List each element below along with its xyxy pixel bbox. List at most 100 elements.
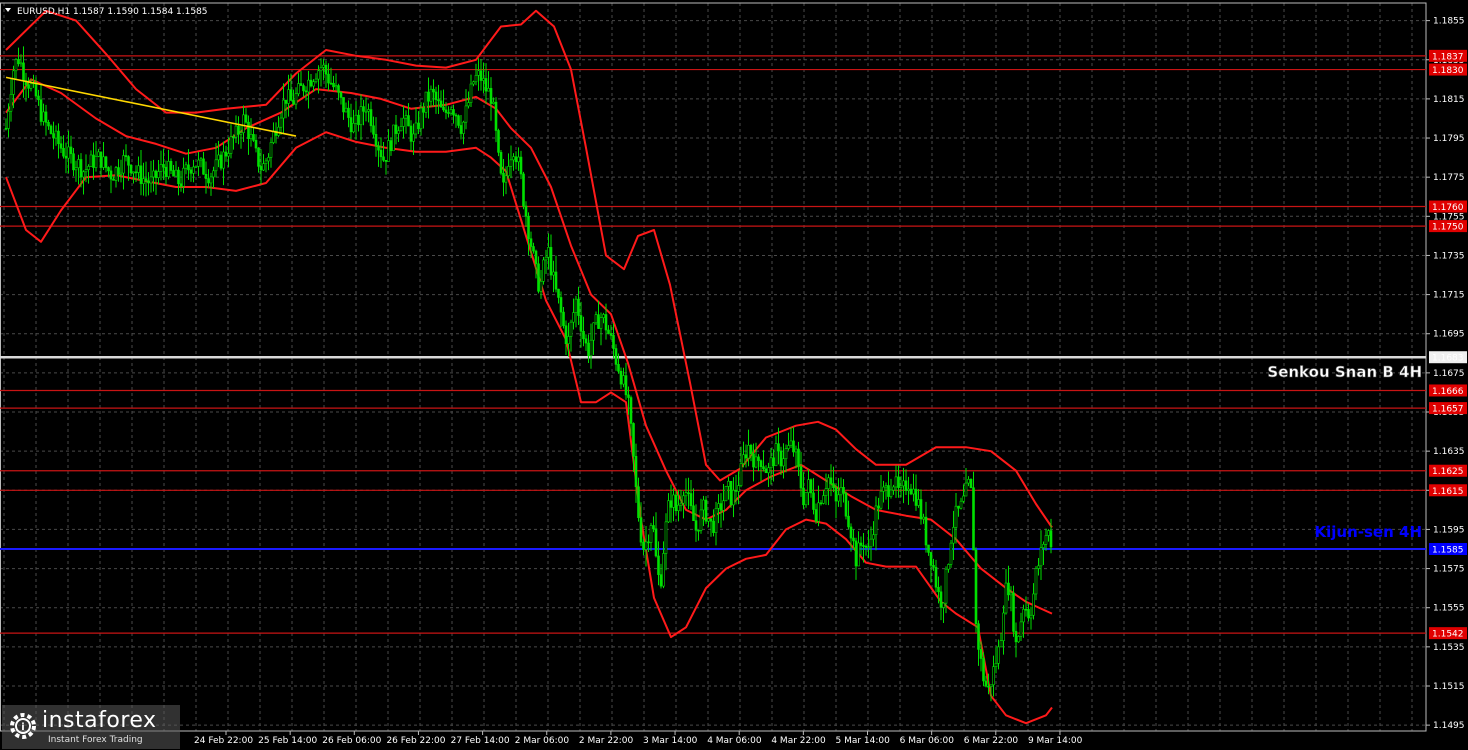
candle-body xyxy=(512,156,515,161)
candle-body xyxy=(137,165,140,173)
candle-body xyxy=(747,445,750,459)
candle-body xyxy=(824,488,828,496)
candle-body xyxy=(872,534,875,540)
candle-body xyxy=(199,158,203,161)
candle-body xyxy=(817,502,820,522)
candle-body xyxy=(482,78,485,81)
candle-body xyxy=(239,132,243,135)
candle-body xyxy=(597,314,600,329)
candle-body xyxy=(169,161,173,171)
candle-body xyxy=(527,216,530,240)
candle-body xyxy=(392,124,395,152)
candle-body xyxy=(904,480,908,491)
candle-body xyxy=(962,495,965,502)
candle-body xyxy=(94,156,98,168)
candle-body xyxy=(877,505,880,509)
candle-body xyxy=(127,156,130,166)
candle-body xyxy=(64,155,68,159)
candle-body xyxy=(809,479,813,494)
candle-body xyxy=(759,460,763,467)
candle-body xyxy=(1007,582,1010,596)
candle-body xyxy=(934,566,938,588)
candle-body xyxy=(454,114,458,117)
time-tick-label: 26 Feb 06:00 xyxy=(322,736,381,746)
candle-body xyxy=(957,505,960,509)
candle-body xyxy=(222,151,225,169)
price-tick-label: 1.1675 xyxy=(1433,369,1465,379)
candle-body xyxy=(502,172,505,183)
candle-body xyxy=(944,568,948,604)
candle-body xyxy=(617,364,620,372)
candle-body xyxy=(642,541,645,550)
candle-body xyxy=(812,492,815,510)
candle-body xyxy=(464,105,468,123)
candle-body xyxy=(1037,565,1040,569)
price-tick-label: 1.1595 xyxy=(1433,525,1465,535)
candle-body xyxy=(569,321,573,337)
candle-body xyxy=(1022,608,1025,623)
price-tick-label: 1.1735 xyxy=(1433,251,1465,261)
candle-body xyxy=(427,91,430,102)
candle-body xyxy=(192,166,195,174)
candle-body xyxy=(432,88,435,93)
price-chart[interactable]: 1.18551.18351.18151.17951.17751.17551.17… xyxy=(0,0,1468,750)
candle-body xyxy=(319,67,323,72)
candle-body xyxy=(649,525,653,543)
candle-body xyxy=(34,82,38,97)
candle-body xyxy=(532,246,535,252)
candle-body xyxy=(342,97,345,113)
candle-body xyxy=(994,662,998,667)
candle-body xyxy=(134,171,138,174)
candle-body xyxy=(9,94,13,112)
candle-body xyxy=(604,314,608,331)
candle-body xyxy=(734,490,738,492)
candle-body xyxy=(164,166,168,177)
candle-body xyxy=(984,680,988,687)
candle-body xyxy=(577,298,580,316)
candle-body xyxy=(582,331,585,340)
candle-body xyxy=(187,164,190,171)
candle-body xyxy=(439,100,443,108)
candle-body xyxy=(579,315,583,332)
candle-body xyxy=(469,83,473,103)
candle-body xyxy=(689,493,693,507)
candle-body xyxy=(379,149,383,158)
candle-body xyxy=(922,516,925,520)
candle-body xyxy=(52,133,55,139)
candle-body xyxy=(244,114,248,123)
candle-body xyxy=(404,115,408,119)
candle-body xyxy=(242,114,245,133)
candle-body xyxy=(807,479,810,493)
chart-canvas[interactable]: 1.18551.18351.18151.17951.17751.17551.17… xyxy=(0,0,1468,750)
chart-header[interactable]: EURUSD,H1 1.1587 1.1590 1.1584 1.1585 xyxy=(5,7,208,17)
candle-body xyxy=(487,88,490,92)
candle-body xyxy=(109,170,113,180)
time-tick-label: 4 Mar 22:00 xyxy=(771,736,826,746)
candle-body xyxy=(847,515,850,528)
candle-body xyxy=(492,101,495,104)
candle-body xyxy=(337,85,340,93)
candle-body xyxy=(29,83,33,89)
candle-body xyxy=(209,176,213,184)
candle-body xyxy=(1009,592,1013,596)
candle-body xyxy=(99,151,103,168)
candle-body xyxy=(889,489,893,497)
candle-body xyxy=(739,463,743,486)
candle-body xyxy=(1044,535,1048,545)
candle-body xyxy=(37,95,40,101)
candle-body xyxy=(892,486,895,491)
candle-body xyxy=(4,127,8,130)
candle-body xyxy=(429,88,433,102)
candle-body xyxy=(692,505,695,521)
candle-body xyxy=(112,178,115,181)
candle-body xyxy=(954,505,958,528)
candle-body xyxy=(764,468,768,474)
candle-body xyxy=(304,90,308,93)
candle-body xyxy=(372,125,375,135)
candle-body xyxy=(699,509,703,531)
candle-body xyxy=(544,256,548,261)
candle-body xyxy=(229,136,233,154)
candle-body xyxy=(359,106,363,126)
candle-body xyxy=(947,564,950,570)
candle-body xyxy=(299,83,303,86)
